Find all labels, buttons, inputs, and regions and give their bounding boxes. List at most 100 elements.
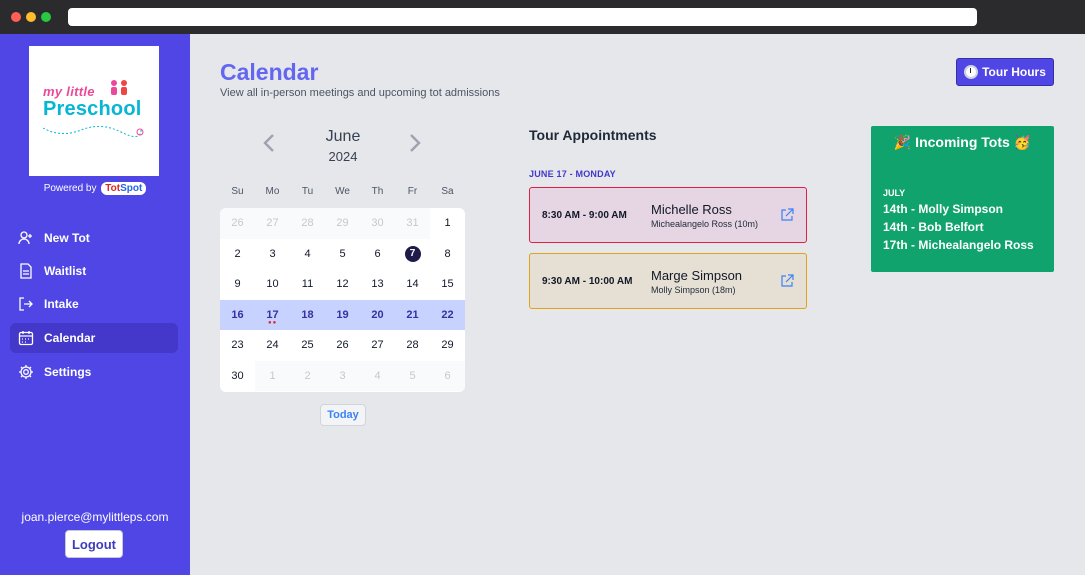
day-number: 20 bbox=[371, 308, 384, 321]
close-window-icon[interactable] bbox=[11, 12, 21, 22]
day-number: 10 bbox=[266, 278, 279, 291]
calendar-day[interactable]: 24 bbox=[255, 330, 290, 361]
calendar-day[interactable]: 23 bbox=[220, 330, 255, 361]
calendar-day[interactable]: 2 bbox=[290, 360, 325, 391]
calendar-day[interactable]: 29 bbox=[325, 208, 360, 239]
calendar-day[interactable]: 19 bbox=[325, 299, 360, 330]
logout-button[interactable]: Logout bbox=[65, 530, 123, 558]
maximize-window-icon[interactable] bbox=[41, 12, 51, 22]
calendar-day[interactable]: 22 bbox=[430, 299, 465, 330]
incoming-tot-row: 14th - Bob Belfort bbox=[883, 220, 984, 234]
calendar-day[interactable]: 25 bbox=[290, 330, 325, 361]
calendar-day[interactable]: 7 bbox=[395, 239, 430, 270]
appointments-title: Tour Appointments bbox=[529, 127, 657, 143]
incoming-tot-row: 17th - Michealangelo Ross bbox=[883, 238, 1034, 252]
calendar-day[interactable]: 2 bbox=[220, 239, 255, 270]
nav-item-calendar[interactable]: Calendar bbox=[10, 323, 178, 353]
nav-item-intake[interactable]: Intake bbox=[10, 289, 178, 319]
day-number: 21 bbox=[406, 308, 419, 321]
calendar-day[interactable]: 6 bbox=[360, 239, 395, 270]
tour-hours-label: Tour Hours bbox=[982, 65, 1046, 79]
calendar-day[interactable]: 20 bbox=[360, 299, 395, 330]
calendar-day[interactable]: 11 bbox=[290, 269, 325, 300]
weekday-label: Th bbox=[371, 186, 384, 197]
calendar-day[interactable]: 3 bbox=[325, 360, 360, 391]
next-month-chevron-icon[interactable] bbox=[407, 132, 423, 154]
calendar-day[interactable]: 1 bbox=[430, 208, 465, 239]
day-number: 28 bbox=[301, 217, 314, 230]
weekday-label: Su bbox=[231, 186, 244, 197]
event-dots-icon: ●● bbox=[268, 320, 278, 326]
appointment-time: 8:30 AM - 9:00 AM bbox=[542, 210, 627, 221]
day-number: 26 bbox=[231, 217, 244, 230]
calendar-day[interactable]: 8 bbox=[430, 239, 465, 270]
day-number: 29 bbox=[441, 339, 454, 352]
day-number: 31 bbox=[406, 217, 419, 230]
day-number: 23 bbox=[231, 339, 244, 352]
calendar-day[interactable]: 4 bbox=[290, 239, 325, 270]
totspot-brand[interactable]: TotSpot bbox=[101, 182, 147, 195]
day-number: 24 bbox=[266, 339, 279, 352]
calendar-day[interactable]: 5 bbox=[325, 239, 360, 270]
calendar-day[interactable]: 9 bbox=[220, 269, 255, 300]
day-number: 27 bbox=[371, 339, 384, 352]
tour-hours-button[interactable]: Tour Hours bbox=[956, 58, 1054, 86]
squiggle-decoration-icon bbox=[42, 126, 144, 137]
calendar-day[interactable]: 1 bbox=[255, 360, 290, 391]
calendar-day[interactable]: 5 bbox=[395, 360, 430, 391]
day-number: 2 bbox=[304, 369, 311, 382]
calendar-day[interactable]: 21 bbox=[395, 299, 430, 330]
calendar-day[interactable]: 18 bbox=[290, 299, 325, 330]
calendar-day[interactable]: 12 bbox=[325, 269, 360, 300]
appointment-parent: Marge Simpson bbox=[651, 268, 743, 283]
day-number: 16 bbox=[231, 308, 244, 321]
calendar-day[interactable]: 31 bbox=[395, 208, 430, 239]
gear-icon bbox=[19, 365, 33, 379]
calendar-day[interactable]: 29 bbox=[430, 330, 465, 361]
calendar-day[interactable]: 3 bbox=[255, 239, 290, 270]
calendar-day[interactable]: 17 ●● bbox=[255, 299, 290, 330]
calendar-day[interactable]: 26 bbox=[325, 330, 360, 361]
calendar-day[interactable]: 30 bbox=[360, 208, 395, 239]
day-number: 22 bbox=[441, 308, 454, 321]
page-subtitle: View all in-person meetings and upcoming… bbox=[220, 87, 500, 99]
brand-part-tot: Tot bbox=[105, 183, 121, 194]
day-number: 5 bbox=[339, 247, 346, 260]
calendar-year: 2024 bbox=[328, 149, 358, 164]
appointment-card[interactable]: 9:30 AM - 10:00 AM Marge Simpson Molly S… bbox=[529, 253, 807, 309]
calendar-day[interactable]: 4 bbox=[360, 360, 395, 391]
calendar-icon bbox=[18, 331, 34, 346]
nav-item-settings[interactable]: Settings bbox=[10, 357, 178, 387]
day-number: 18 bbox=[301, 308, 314, 321]
logo-text-main: Preschool bbox=[43, 98, 142, 120]
external-link-icon[interactable] bbox=[780, 208, 794, 222]
calendar-day[interactable]: 15 bbox=[430, 269, 465, 300]
appointment-card[interactable]: 8:30 AM - 9:00 AM Michelle Ross Micheala… bbox=[529, 187, 807, 243]
calendar-day[interactable]: 6 bbox=[430, 360, 465, 391]
external-link-icon[interactable] bbox=[780, 274, 794, 288]
previous-month-chevron-icon[interactable] bbox=[261, 132, 277, 154]
nav-item-new-tot[interactable]: New Tot bbox=[10, 223, 178, 253]
calendar-day[interactable]: 28 bbox=[395, 330, 430, 361]
powered-by: Powered by TotSpot bbox=[0, 182, 190, 195]
calendar-day[interactable]: 10 bbox=[255, 269, 290, 300]
today-button[interactable]: Today bbox=[320, 404, 366, 426]
calendar-day[interactable]: 28 bbox=[290, 208, 325, 239]
minimize-window-icon[interactable] bbox=[26, 12, 36, 22]
day-number: 4 bbox=[304, 247, 311, 260]
calendar-day[interactable]: 27 bbox=[360, 330, 395, 361]
preschool-logo[interactable]: my little Preschool bbox=[29, 46, 159, 176]
incoming-tots-title: 🎉 Incoming Tots 🥳 bbox=[893, 134, 1032, 150]
nav-item-waitlist[interactable]: Waitlist bbox=[10, 256, 178, 286]
weekday-label: Tu bbox=[301, 186, 314, 197]
calendar-day[interactable]: 16 bbox=[220, 299, 255, 330]
calendar-day[interactable]: 13 bbox=[360, 269, 395, 300]
calendar-day[interactable]: 30 bbox=[220, 361, 255, 392]
incoming-tots-card: 🎉 Incoming Tots 🥳 JULY 14th - Molly Simp… bbox=[871, 126, 1054, 272]
day-number: 17 bbox=[266, 308, 279, 321]
calendar-day[interactable]: 27 bbox=[255, 208, 290, 239]
day-number: 14 bbox=[406, 278, 419, 291]
calendar-day[interactable]: 14 bbox=[395, 269, 430, 300]
address-bar[interactable] bbox=[68, 8, 977, 26]
calendar-day[interactable]: 26 bbox=[220, 208, 255, 239]
